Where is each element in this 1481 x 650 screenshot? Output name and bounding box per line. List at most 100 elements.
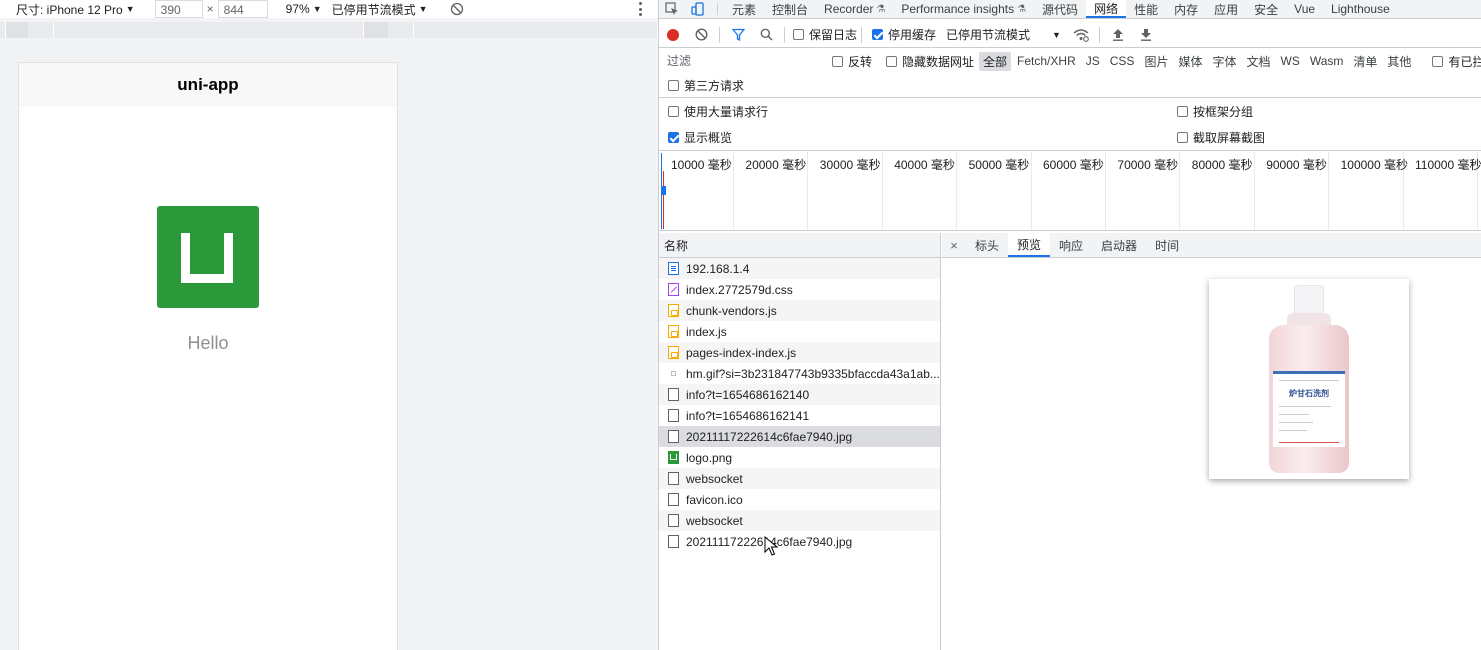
detail-tab-item-1[interactable]: 预览 bbox=[1008, 233, 1051, 257]
checkbox-box[interactable] bbox=[1432, 55, 1444, 67]
mouse-cursor-icon bbox=[764, 536, 778, 556]
checkbox-box[interactable] bbox=[668, 131, 679, 143]
filter-type-item-11[interactable]: 其他 bbox=[1383, 52, 1415, 71]
filter-type-item-6[interactable]: 字体 bbox=[1208, 52, 1240, 71]
network-conditions-icon[interactable] bbox=[1067, 23, 1095, 47]
inspect-element-icon[interactable] bbox=[659, 0, 685, 18]
hide-data-urls-checkbox[interactable]: 隐藏数据网址 bbox=[886, 53, 974, 70]
request-row[interactable]: chunk-vendors.js bbox=[659, 300, 940, 321]
tab-recorder[interactable]: Recorder ⚗ bbox=[816, 0, 893, 18]
zoom-select[interactable]: 97% ▼ bbox=[286, 2, 322, 16]
request-row[interactable]: favicon.ico bbox=[659, 489, 940, 510]
request-row[interactable]: pages-index-index.js bbox=[659, 342, 940, 363]
checkbox-box[interactable] bbox=[793, 29, 804, 40]
throttle-select[interactable]: 已停用节流模式 ▼ bbox=[332, 1, 428, 18]
close-icon[interactable]: × bbox=[942, 233, 966, 257]
tab-performance-insights[interactable]: Performance insights ⚗ bbox=[893, 0, 1034, 18]
search-icon[interactable] bbox=[752, 23, 780, 47]
request-row[interactable]: info?t=1654686162141 bbox=[659, 405, 940, 426]
overview-tick-label: 100000 毫秒 bbox=[1340, 158, 1408, 172]
bottle-label-text: 炉甘石洗剂 bbox=[1289, 389, 1329, 398]
clear-icon[interactable] bbox=[687, 23, 715, 47]
filter-type-item-5[interactable]: 媒体 bbox=[1174, 52, 1206, 71]
tab-item-8[interactable]: 应用 bbox=[1206, 0, 1246, 18]
tab-item-4[interactable]: 源代码 bbox=[1034, 0, 1086, 18]
filter-type-item-0[interactable]: 全部 bbox=[979, 51, 1012, 71]
request-row[interactable]: index.2772579d.css bbox=[659, 279, 940, 300]
group-by-frame-checkbox[interactable]: 按框架分组 bbox=[1177, 102, 1253, 120]
detail-tab-item-4[interactable]: 时间 bbox=[1146, 233, 1188, 257]
filter-type-item-7[interactable]: 文档 bbox=[1242, 52, 1274, 71]
tab-lighthouse[interactable]: Lighthouse bbox=[1323, 0, 1398, 18]
filter-type-item-10[interactable]: 清单 bbox=[1349, 52, 1381, 71]
request-row[interactable]: logo.png bbox=[659, 447, 940, 468]
tab-vue[interactable]: Vue bbox=[1286, 0, 1323, 18]
uni-app-logo bbox=[157, 206, 259, 308]
tab-item-6[interactable]: 性能 bbox=[1126, 0, 1166, 18]
device-select[interactable]: 尺寸: iPhone 12 Pro ▼ bbox=[16, 1, 135, 18]
more-options-icon[interactable] bbox=[638, 2, 642, 16]
tab-item-0[interactable]: 元素 bbox=[724, 0, 764, 18]
ruler-segment[interactable] bbox=[388, 22, 414, 38]
checkbox-box[interactable] bbox=[886, 55, 898, 67]
filter-type-wasm[interactable]: Wasm bbox=[1306, 53, 1348, 69]
ruler-segment[interactable] bbox=[414, 22, 658, 38]
request-row[interactable]: 20211117222614c6fae7940.jpg bbox=[659, 426, 940, 447]
filter-type-ws[interactable]: WS bbox=[1277, 53, 1304, 69]
ruler-segment[interactable] bbox=[54, 22, 364, 38]
checkbox-box[interactable] bbox=[832, 55, 843, 67]
detail-tab-item-3[interactable]: 启动器 bbox=[1092, 233, 1146, 257]
detail-tab-item-0[interactable]: 标头 bbox=[966, 233, 1008, 257]
name-column-header[interactable]: 名称 bbox=[659, 233, 940, 258]
height-input[interactable]: 844 bbox=[217, 0, 268, 18]
filter-type-item-4[interactable]: 图片 bbox=[1140, 52, 1172, 71]
checkbox-box[interactable] bbox=[1177, 131, 1188, 143]
invert-checkbox[interactable]: 反转 bbox=[832, 53, 872, 70]
checkbox-box[interactable] bbox=[872, 29, 884, 40]
ruler-segment[interactable] bbox=[0, 22, 6, 38]
large-rows-checkbox[interactable]: 使用大量请求行 bbox=[668, 102, 768, 120]
download-icon[interactable] bbox=[1132, 23, 1160, 47]
request-row[interactable]: index.js bbox=[659, 321, 940, 342]
checkbox-box[interactable] bbox=[668, 105, 679, 117]
show-overview-checkbox[interactable]: 显示概览 bbox=[668, 128, 732, 146]
blocked-requests-checkbox[interactable]: 有已拦截 bbox=[1432, 53, 1481, 70]
upload-icon[interactable] bbox=[1104, 23, 1132, 47]
overview-tick-line bbox=[1253, 151, 1255, 230]
tab-item-1[interactable]: 控制台 bbox=[764, 0, 816, 18]
checkbox-box[interactable] bbox=[1177, 105, 1188, 117]
ruler-segment[interactable] bbox=[28, 22, 54, 38]
width-input[interactable]: 390 bbox=[154, 0, 203, 18]
request-row[interactable]: websocket bbox=[659, 468, 940, 489]
tab-label: Performance insights bbox=[901, 2, 1015, 16]
disable-cache-checkbox[interactable]: 停用缓存 bbox=[872, 26, 936, 43]
filter-type-fetch-xhr[interactable]: Fetch/XHR bbox=[1013, 53, 1080, 69]
stylesheet-icon bbox=[668, 283, 679, 296]
filter-type-css[interactable]: CSS bbox=[1106, 53, 1139, 69]
filter-icon[interactable] bbox=[724, 23, 752, 47]
request-row[interactable]: websocket bbox=[659, 510, 940, 531]
detail-tab-item-2[interactable]: 响应 bbox=[1050, 233, 1092, 257]
request-rows: 192.168.1.4 index.2772579d.css chunk-vendo… bbox=[659, 258, 940, 552]
media-query-ruler[interactable] bbox=[0, 22, 658, 38]
device-toggle-icon[interactable] bbox=[685, 0, 711, 18]
request-row[interactable]: 192.168.1.4 bbox=[659, 258, 940, 279]
network-throttle-select[interactable]: 已停用节流模式 ▼ bbox=[946, 26, 1061, 43]
request-row[interactable]: 20211117222614c6fae7940.jpg bbox=[659, 531, 940, 552]
request-name: websocket bbox=[686, 513, 743, 528]
checkbox-box[interactable] bbox=[668, 79, 679, 91]
preserve-log-checkbox[interactable]: 保留日志 bbox=[793, 26, 857, 43]
network-overview[interactable]: 10000 毫秒 20000 毫秒 30000 毫秒 40000 毫秒 50000 毫秒… bbox=[659, 151, 1481, 231]
filter-input[interactable] bbox=[665, 52, 824, 70]
record-icon[interactable] bbox=[659, 23, 687, 47]
filter-type-js[interactable]: JS bbox=[1082, 53, 1104, 69]
request-row[interactable]: hm.gif?si=3b231847743b9335bfaccda43a1ab.… bbox=[659, 363, 940, 384]
tab-item-7[interactable]: 内存 bbox=[1166, 0, 1206, 18]
tab-item-5[interactable]: 网络 bbox=[1086, 0, 1127, 18]
rotate-icon[interactable] bbox=[450, 2, 464, 16]
third-party-checkbox[interactable]: 第三方请求 bbox=[668, 76, 744, 94]
tab-item-9[interactable]: 安全 bbox=[1246, 0, 1286, 18]
request-row[interactable]: info?t=1654686162140 bbox=[659, 384, 940, 405]
hello-text: Hello bbox=[187, 333, 229, 353]
capture-screenshots-checkbox[interactable]: 截取屏幕截图 bbox=[1177, 128, 1265, 146]
